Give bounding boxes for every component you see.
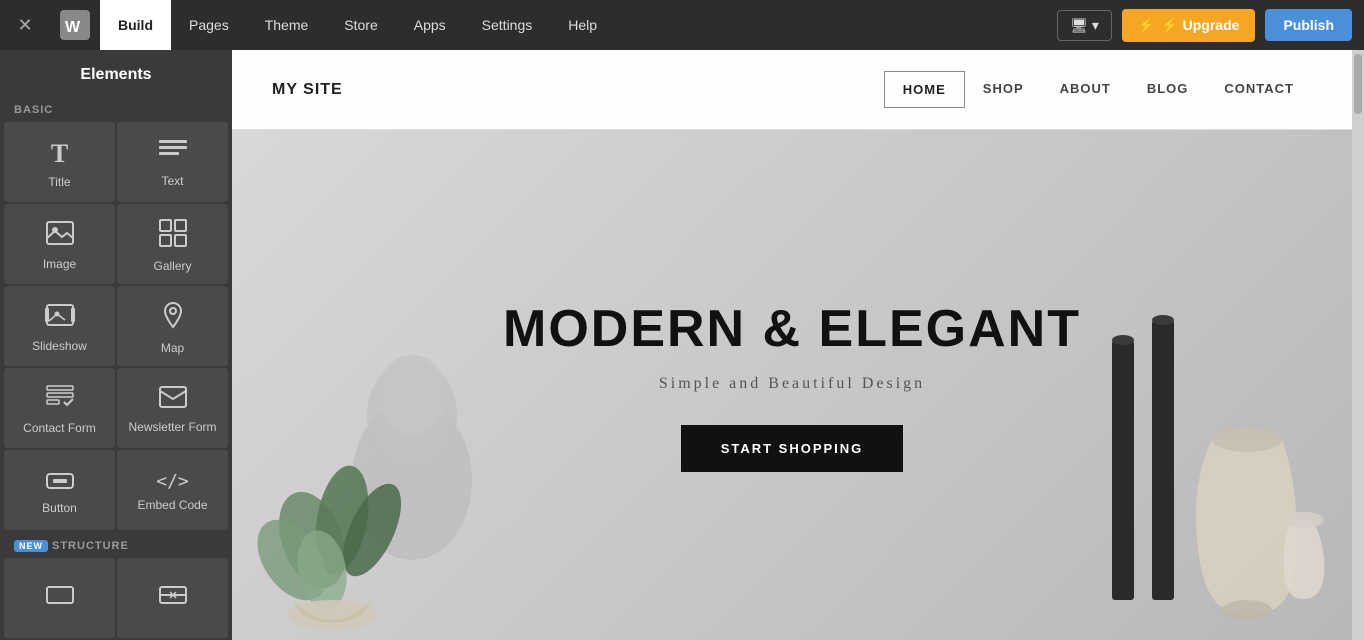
button-label: Button — [42, 501, 77, 515]
nav-home[interactable]: HOME — [884, 71, 965, 108]
hero-subtitle: Simple and Beautiful Design — [503, 375, 1081, 393]
new-badge: NEW — [14, 540, 48, 552]
site-logo: MY SITE — [272, 81, 343, 99]
contact-form-icon — [46, 385, 74, 415]
gallery-label: Gallery — [153, 259, 191, 273]
element-button[interactable]: Button — [4, 450, 115, 530]
embed-code-label: Embed Code — [137, 498, 207, 512]
weebly-logo: W — [50, 0, 100, 50]
svg-text:W: W — [65, 19, 81, 36]
scrollbar[interactable] — [1352, 50, 1364, 640]
nav-contact[interactable]: CONTACT — [1206, 71, 1312, 108]
element-slideshow[interactable]: Slideshow — [4, 286, 115, 366]
element-title[interactable]: T Title — [4, 122, 115, 202]
divider-icon — [159, 584, 187, 610]
nav-theme[interactable]: Theme — [247, 0, 327, 50]
upgrade-icon: ⚡ — [1138, 17, 1155, 34]
element-image[interactable]: Image — [4, 204, 115, 284]
slideshow-label: Slideshow — [32, 339, 87, 353]
image-label: Image — [43, 257, 76, 271]
slideshow-icon — [45, 303, 75, 333]
nav-pages[interactable]: Pages — [171, 0, 247, 50]
text-icon — [159, 140, 187, 168]
element-text[interactable]: Text — [117, 122, 228, 202]
structure-elements-grid — [0, 556, 232, 640]
newsletter-icon — [159, 386, 187, 414]
element-divider[interactable] — [117, 558, 228, 638]
main-area: Elements BASIC T Title Text — [0, 50, 1364, 640]
section-basic-label: BASIC — [0, 96, 232, 120]
nav-blog[interactable]: BLOG — [1129, 71, 1207, 108]
site-nav-links: HOME SHOP ABOUT BLOG CONTACT — [884, 71, 1312, 108]
hero-cta-button[interactable]: START SHOPPING — [681, 425, 904, 472]
basic-elements-grid: T Title Text — [0, 120, 232, 532]
section-structure-label: NEW STRUCTURE — [0, 532, 232, 556]
newsletter-label: Newsletter Form — [128, 420, 216, 434]
gallery-icon — [159, 219, 187, 253]
map-icon — [160, 301, 186, 335]
element-embed-code[interactable]: </> Embed Code — [117, 450, 228, 530]
device-selector[interactable]: 🖥 ▾ — [1057, 10, 1112, 41]
upgrade-button[interactable]: ⚡ ⚡ Upgrade — [1122, 9, 1256, 42]
element-section[interactable] — [4, 558, 115, 638]
title-label: Title — [48, 175, 70, 189]
element-map[interactable]: Map — [117, 286, 228, 366]
map-label: Map — [161, 341, 184, 355]
element-contact-form[interactable]: Contact Form — [4, 368, 115, 448]
element-gallery[interactable]: Gallery — [117, 204, 228, 284]
site-nav: MY SITE HOME SHOP ABOUT BLOG CONTACT — [232, 50, 1352, 130]
nav-build[interactable]: Build — [100, 0, 171, 50]
section-icon — [46, 584, 74, 610]
button-icon — [46, 469, 74, 495]
close-button[interactable]: ✕ — [0, 0, 50, 50]
top-nav: ✕ W Build Pages Theme Store Apps Setting… — [0, 0, 1364, 50]
scrollbar-thumb — [1354, 54, 1362, 114]
hero-title: MODERN & ELEGANT — [503, 299, 1081, 359]
hero-content: MODERN & ELEGANT Simple and Beautiful De… — [503, 299, 1081, 472]
site-preview: MY SITE HOME SHOP ABOUT BLOG CONTACT — [232, 50, 1352, 640]
nav-apps[interactable]: Apps — [396, 0, 464, 50]
embed-code-icon: </> — [156, 471, 189, 492]
nav-shop[interactable]: SHOP — [965, 71, 1042, 108]
sidebar-title: Elements — [0, 50, 232, 96]
nav-items: Build Pages Theme Store Apps Settings He… — [100, 0, 1057, 50]
hero-section: MODERN & ELEGANT Simple and Beautiful De… — [232, 130, 1352, 640]
title-icon: T — [51, 139, 68, 169]
nav-about[interactable]: ABOUT — [1042, 71, 1129, 108]
publish-button[interactable]: Publish — [1265, 9, 1352, 41]
nav-help[interactable]: Help — [550, 0, 615, 50]
image-icon — [46, 221, 74, 251]
nav-right: 🖥 ▾ ⚡ ⚡ Upgrade Publish — [1057, 9, 1352, 42]
text-label: Text — [161, 174, 183, 188]
element-newsletter[interactable]: Newsletter Form — [117, 368, 228, 448]
nav-store[interactable]: Store — [326, 0, 395, 50]
contact-form-label: Contact Form — [23, 421, 96, 435]
canvas-area: MY SITE HOME SHOP ABOUT BLOG CONTACT — [232, 50, 1352, 640]
nav-settings[interactable]: Settings — [464, 0, 551, 50]
sidebar: Elements BASIC T Title Text — [0, 50, 232, 640]
